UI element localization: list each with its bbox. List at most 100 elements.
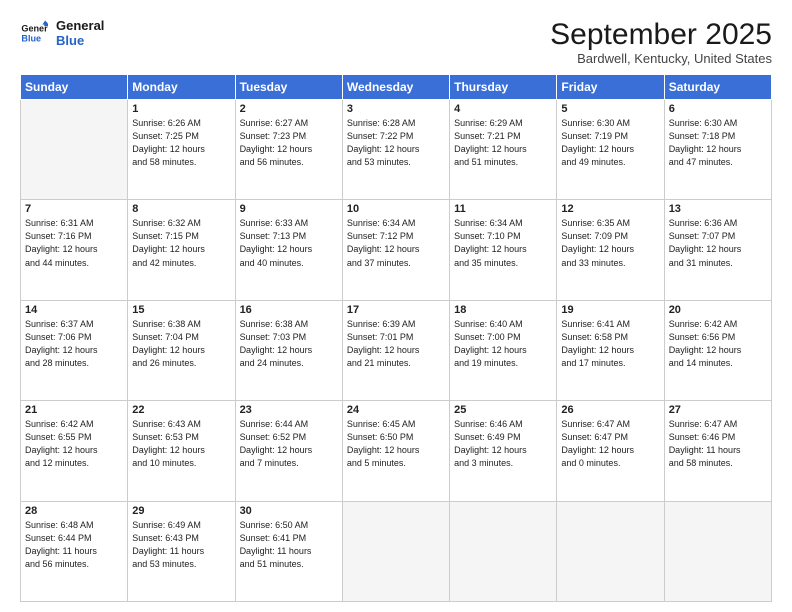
day-number: 12 xyxy=(561,203,659,215)
day-detail: Sunrise: 6:34 AM Sunset: 7:10 PM Dayligh… xyxy=(454,217,552,269)
day-header-tuesday: Tuesday xyxy=(235,75,342,100)
calendar-cell xyxy=(21,100,128,200)
day-number: 22 xyxy=(132,404,230,416)
calendar-cell: 4 Sunrise: 6:29 AM Sunset: 7:21 PM Daylig… xyxy=(450,100,557,200)
day-detail: Sunrise: 6:41 AM Sunset: 6:58 PM Dayligh… xyxy=(561,318,659,370)
day-number: 16 xyxy=(240,304,338,316)
day-detail: Sunrise: 6:47 AM Sunset: 6:46 PM Dayligh… xyxy=(669,418,767,470)
calendar-cell: 30 Sunrise: 6:50 AM Sunset: 6:41 PM Dayli… xyxy=(235,501,342,601)
calendar-cell: 19Sunrise: 6:41 AM Sunset: 6:58 PM Dayli… xyxy=(557,300,664,400)
day-detail: Sunrise: 6:48 AM Sunset: 6:44 PM Dayligh… xyxy=(25,519,123,571)
calendar-cell: 28Sunrise: 6:48 AM Sunset: 6:44 PM Dayli… xyxy=(21,501,128,601)
day-number: 3 xyxy=(347,103,445,115)
calendar-cell: 22 Sunrise: 6:43 AM Sunset: 6:53 PM Dayli… xyxy=(128,401,235,501)
calendar-cell: 17Sunrise: 6:39 AM Sunset: 7:01 PM Dayli… xyxy=(342,300,449,400)
calendar-cell: 23 Sunrise: 6:44 AM Sunset: 6:52 PM Dayli… xyxy=(235,401,342,501)
calendar-cell: 9Sunrise: 6:33 AM Sunset: 7:13 PM Daylig… xyxy=(235,200,342,300)
calendar-cell: 8 Sunrise: 6:32 AM Sunset: 7:15 PM Daylig… xyxy=(128,200,235,300)
day-detail: Sunrise: 6:27 AM Sunset: 7:23 PM Dayligh… xyxy=(240,117,338,169)
day-number: 30 xyxy=(240,505,338,517)
calendar-cell: 15 Sunrise: 6:38 AM Sunset: 7:04 PM Dayli… xyxy=(128,300,235,400)
day-detail: Sunrise: 6:43 AM Sunset: 6:53 PM Dayligh… xyxy=(132,418,230,470)
day-number: 26 xyxy=(561,404,659,416)
calendar-week-4: 21 Sunrise: 6:42 AM Sunset: 6:55 PM Dayli… xyxy=(21,401,772,501)
day-detail: Sunrise: 6:26 AM Sunset: 7:25 PM Dayligh… xyxy=(132,117,230,169)
day-number: 27 xyxy=(669,404,767,416)
day-number: 21 xyxy=(25,404,123,416)
calendar-cell: 20 Sunrise: 6:42 AM Sunset: 6:56 PM Dayli… xyxy=(664,300,771,400)
calendar-cell xyxy=(450,501,557,601)
day-header-monday: Monday xyxy=(128,75,235,100)
day-number: 17 xyxy=(347,304,445,316)
calendar-header: SundayMondayTuesdayWednesdayThursdayFrid… xyxy=(21,75,772,100)
day-detail: Sunrise: 6:30 AM Sunset: 7:18 PM Dayligh… xyxy=(669,117,767,169)
day-header-friday: Friday xyxy=(557,75,664,100)
day-detail: Sunrise: 6:49 AM Sunset: 6:43 PM Dayligh… xyxy=(132,519,230,571)
calendar-cell: 21 Sunrise: 6:42 AM Sunset: 6:55 PM Dayli… xyxy=(21,401,128,501)
day-number: 5 xyxy=(561,103,659,115)
day-number: 20 xyxy=(669,304,767,316)
logo-blue: Blue xyxy=(56,33,104,48)
calendar-cell xyxy=(342,501,449,601)
calendar-cell xyxy=(557,501,664,601)
day-number: 9 xyxy=(240,203,338,215)
day-number: 10 xyxy=(347,203,445,215)
day-detail: Sunrise: 6:38 AM Sunset: 7:03 PM Dayligh… xyxy=(240,318,338,370)
day-number: 1 xyxy=(132,103,230,115)
calendar-cell xyxy=(664,501,771,601)
day-detail: Sunrise: 6:30 AM Sunset: 7:19 PM Dayligh… xyxy=(561,117,659,169)
calendar-cell: 26Sunrise: 6:47 AM Sunset: 6:47 PM Dayli… xyxy=(557,401,664,501)
day-detail: Sunrise: 6:36 AM Sunset: 7:07 PM Dayligh… xyxy=(669,217,767,269)
day-header-thursday: Thursday xyxy=(450,75,557,100)
calendar-cell: 29 Sunrise: 6:49 AM Sunset: 6:43 PM Dayli… xyxy=(128,501,235,601)
calendar-cell: 11Sunrise: 6:34 AM Sunset: 7:10 PM Dayli… xyxy=(450,200,557,300)
calendar-cell: 18 Sunrise: 6:40 AM Sunset: 7:00 PM Dayli… xyxy=(450,300,557,400)
day-number: 24 xyxy=(347,404,445,416)
day-detail: Sunrise: 6:46 AM Sunset: 6:49 PM Dayligh… xyxy=(454,418,552,470)
month-title: September 2025 xyxy=(550,18,772,51)
day-number: 18 xyxy=(454,304,552,316)
day-header-wednesday: Wednesday xyxy=(342,75,449,100)
calendar-cell: 14 Sunrise: 6:37 AM Sunset: 7:06 PM Dayli… xyxy=(21,300,128,400)
calendar-cell: 6 Sunrise: 6:30 AM Sunset: 7:18 PM Daylig… xyxy=(664,100,771,200)
day-detail: Sunrise: 6:32 AM Sunset: 7:15 PM Dayligh… xyxy=(132,217,230,269)
day-detail: Sunrise: 6:40 AM Sunset: 7:00 PM Dayligh… xyxy=(454,318,552,370)
calendar-cell: 25Sunrise: 6:46 AM Sunset: 6:49 PM Dayli… xyxy=(450,401,557,501)
day-number: 13 xyxy=(669,203,767,215)
day-number: 6 xyxy=(669,103,767,115)
svg-text:General: General xyxy=(21,24,48,34)
day-detail: Sunrise: 6:38 AM Sunset: 7:04 PM Dayligh… xyxy=(132,318,230,370)
calendar-cell: 10Sunrise: 6:34 AM Sunset: 7:12 PM Dayli… xyxy=(342,200,449,300)
day-detail: Sunrise: 6:37 AM Sunset: 7:06 PM Dayligh… xyxy=(25,318,123,370)
calendar-week-1: 1 Sunrise: 6:26 AM Sunset: 7:25 PM Daylig… xyxy=(21,100,772,200)
calendar-week-5: 28Sunrise: 6:48 AM Sunset: 6:44 PM Dayli… xyxy=(21,501,772,601)
calendar-cell: 5 Sunrise: 6:30 AM Sunset: 7:19 PM Daylig… xyxy=(557,100,664,200)
calendar-cell: 12 Sunrise: 6:35 AM Sunset: 7:09 PM Dayli… xyxy=(557,200,664,300)
day-number: 8 xyxy=(132,203,230,215)
day-header-saturday: Saturday xyxy=(664,75,771,100)
day-number: 29 xyxy=(132,505,230,517)
calendar-cell: 16 Sunrise: 6:38 AM Sunset: 7:03 PM Dayli… xyxy=(235,300,342,400)
day-number: 23 xyxy=(240,404,338,416)
calendar-cell: 1 Sunrise: 6:26 AM Sunset: 7:25 PM Daylig… xyxy=(128,100,235,200)
calendar-week-2: 7Sunrise: 6:31 AM Sunset: 7:16 PM Daylig… xyxy=(21,200,772,300)
day-number: 15 xyxy=(132,304,230,316)
day-detail: Sunrise: 6:42 AM Sunset: 6:55 PM Dayligh… xyxy=(25,418,123,470)
logo: General Blue General Blue xyxy=(20,18,104,48)
location: Bardwell, Kentucky, United States xyxy=(550,51,772,66)
day-header-sunday: Sunday xyxy=(21,75,128,100)
calendar-cell: 27 Sunrise: 6:47 AM Sunset: 6:46 PM Dayli… xyxy=(664,401,771,501)
day-number: 4 xyxy=(454,103,552,115)
day-detail: Sunrise: 6:44 AM Sunset: 6:52 PM Dayligh… xyxy=(240,418,338,470)
day-number: 2 xyxy=(240,103,338,115)
day-detail: Sunrise: 6:29 AM Sunset: 7:21 PM Dayligh… xyxy=(454,117,552,169)
day-detail: Sunrise: 6:28 AM Sunset: 7:22 PM Dayligh… xyxy=(347,117,445,169)
calendar-cell: 3 Sunrise: 6:28 AM Sunset: 7:22 PM Daylig… xyxy=(342,100,449,200)
day-detail: Sunrise: 6:42 AM Sunset: 6:56 PM Dayligh… xyxy=(669,318,767,370)
logo-icon: General Blue xyxy=(20,19,48,47)
calendar-cell: 13 Sunrise: 6:36 AM Sunset: 7:07 PM Dayli… xyxy=(664,200,771,300)
day-detail: Sunrise: 6:31 AM Sunset: 7:16 PM Dayligh… xyxy=(25,217,123,269)
day-detail: Sunrise: 6:35 AM Sunset: 7:09 PM Dayligh… xyxy=(561,217,659,269)
day-detail: Sunrise: 6:50 AM Sunset: 6:41 PM Dayligh… xyxy=(240,519,338,571)
day-number: 14 xyxy=(25,304,123,316)
